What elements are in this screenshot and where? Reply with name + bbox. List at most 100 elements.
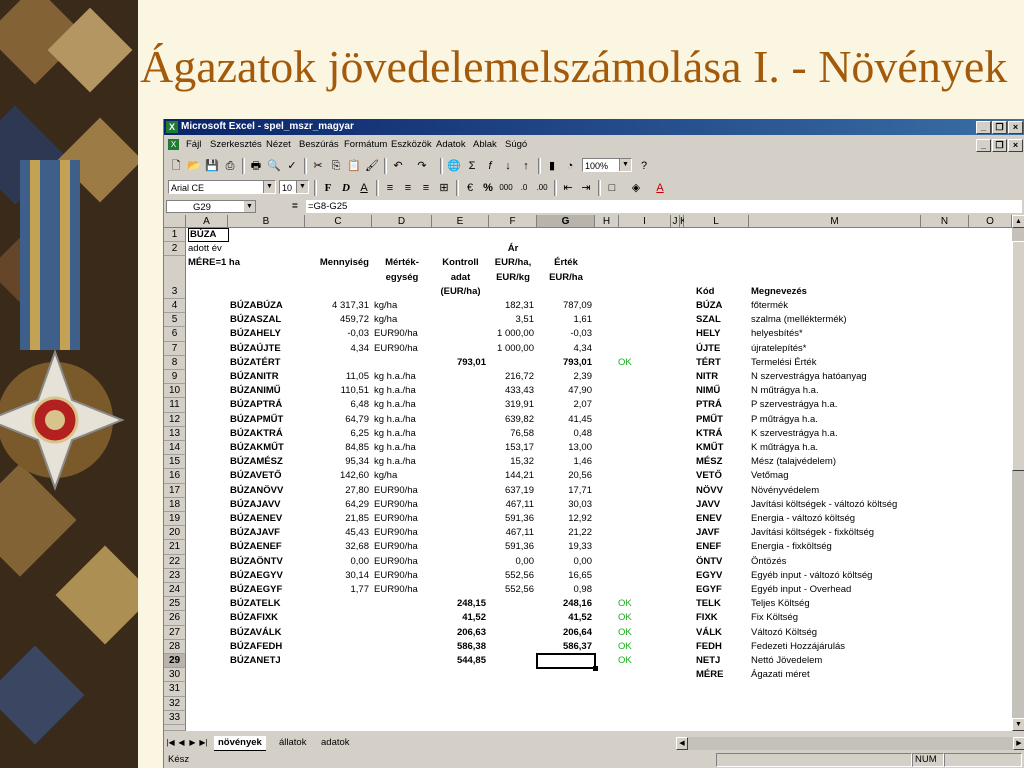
- underline-icon[interactable]: A: [356, 180, 372, 196]
- cell-l21[interactable]: ENEF: [696, 540, 721, 554]
- cell-b20[interactable]: BÚZAJAVF: [230, 526, 280, 540]
- cell-m4[interactable]: főtermék: [751, 299, 788, 313]
- cell-e28[interactable]: 586,38: [432, 640, 486, 654]
- cell-l19[interactable]: ENEV: [696, 512, 722, 526]
- cell-d20[interactable]: EUR90/ha: [374, 526, 418, 540]
- cell-b9[interactable]: BÚZANITR: [230, 370, 279, 384]
- window-titlebar[interactable]: X Microsoft Excel - spel_mszr_magyar _ ❐…: [164, 119, 1024, 135]
- row-header-34[interactable]: [164, 725, 186, 731]
- cell-g12[interactable]: 41,45: [537, 413, 592, 427]
- open-icon[interactable]: 📂: [186, 158, 202, 174]
- select-all-corner[interactable]: [164, 215, 186, 228]
- cell-m28[interactable]: Fedezeti Hozzájárulás: [751, 640, 845, 654]
- cell-f2[interactable]: Ár: [489, 242, 537, 256]
- chevron-down-icon[interactable]: ▼: [244, 201, 255, 212]
- scroll-up-button[interactable]: ▲: [1012, 215, 1024, 228]
- sort-asc-icon[interactable]: ↓: [500, 158, 516, 174]
- cell-l13[interactable]: KTRÁ: [696, 427, 722, 441]
- cell-f15[interactable]: 15,32: [489, 455, 534, 469]
- doc-close-button[interactable]: ×: [1008, 139, 1023, 152]
- cell-l16[interactable]: VETŐ: [696, 469, 722, 483]
- row-header-32[interactable]: 32: [164, 696, 186, 711]
- name-box[interactable]: G29 ▼: [166, 200, 256, 213]
- cell-g17[interactable]: 17,71: [537, 484, 592, 498]
- font-size-select[interactable]: 10 ▼: [279, 180, 309, 194]
- cell-b22[interactable]: BÚZAÖNTV: [230, 555, 283, 569]
- row-header-27[interactable]: 27: [164, 625, 186, 640]
- cell-b15[interactable]: BÚZAMÉSZ: [230, 455, 283, 469]
- cell-c5[interactable]: 459,72: [305, 313, 369, 327]
- hyperlink-icon[interactable]: 🌐: [446, 158, 462, 174]
- cell-d9[interactable]: kg h.a./ha: [374, 370, 416, 384]
- new-icon[interactable]: 🗋: [168, 158, 184, 174]
- cell-l20[interactable]: JAVF: [696, 526, 720, 540]
- decrease-decimal-icon[interactable]: .00: [534, 180, 550, 196]
- cell-c24[interactable]: 1,77: [305, 583, 370, 597]
- first-sheet-button[interactable]: |◀: [166, 737, 175, 748]
- sheet-tab-plants[interactable]: növények: [214, 736, 266, 751]
- bold-icon[interactable]: F: [320, 180, 336, 196]
- cell-m7[interactable]: újratelepítés*: [751, 342, 806, 356]
- cell-f16[interactable]: 144,21: [489, 469, 534, 483]
- cell-l7[interactable]: ÚJTE: [696, 342, 720, 356]
- row-header-7[interactable]: 7: [164, 341, 186, 356]
- row-header-14[interactable]: 14: [164, 441, 186, 456]
- cell-f3a[interactable]: EUR/ha,: [489, 256, 537, 270]
- cell-g23[interactable]: 16,65: [537, 569, 592, 583]
- menu-insert[interactable]: Beszúrás: [299, 136, 339, 154]
- scroll-left-button[interactable]: ◀: [676, 737, 688, 750]
- cell-m12[interactable]: P műtrágya h.a.: [751, 413, 818, 427]
- cell-d23[interactable]: EUR90/ha: [374, 569, 418, 583]
- cell-g6[interactable]: -0,03: [537, 327, 592, 341]
- cell-b24[interactable]: BÚZAEGYF: [230, 583, 282, 597]
- cell-m8[interactable]: Termelési Érték: [751, 356, 816, 370]
- cell-e3b[interactable]: adat: [432, 271, 489, 285]
- column-header-n[interactable]: N: [921, 215, 969, 228]
- cell-d17[interactable]: EUR90/ha: [374, 484, 418, 498]
- print-preview-icon[interactable]: 🖶: [248, 158, 264, 174]
- row-header-13[interactable]: 13: [164, 426, 186, 441]
- sort-desc-icon[interactable]: ↑: [518, 158, 534, 174]
- workbook-icon[interactable]: X: [168, 139, 179, 150]
- cell-m14[interactable]: K műtrágya h.a.: [751, 441, 818, 455]
- cell-c10[interactable]: 110,51: [305, 384, 369, 398]
- cell-l14[interactable]: KMŰT: [696, 441, 723, 455]
- cell-m22[interactable]: Öntözés: [751, 555, 786, 569]
- cell-m13[interactable]: K szervestrágya h.a.: [751, 427, 838, 441]
- row-header-21[interactable]: 21: [164, 540, 186, 555]
- cell-l11[interactable]: PTRÁ: [696, 398, 722, 412]
- cell-l26[interactable]: FIXK: [696, 611, 718, 625]
- cell-g8[interactable]: 793,01: [537, 356, 592, 370]
- cell-l24[interactable]: EGYF: [696, 583, 722, 597]
- cell-f19[interactable]: 591,36: [489, 512, 534, 526]
- cell-d18[interactable]: EUR90/ha: [374, 498, 418, 512]
- active-cell-g29[interactable]: [536, 653, 596, 670]
- sheet-tab-animals[interactable]: állatok: [275, 736, 310, 750]
- cell-l4[interactable]: BÚZA: [696, 299, 722, 313]
- row-header-25[interactable]: 25: [164, 597, 186, 612]
- cell-b21[interactable]: BÚZAENEF: [230, 540, 282, 554]
- cell-f24[interactable]: 552,56: [489, 583, 534, 597]
- thousands-icon[interactable]: 000: [498, 180, 514, 196]
- row-header-26[interactable]: 26: [164, 611, 186, 626]
- cell-l22[interactable]: ÖNTV: [696, 555, 722, 569]
- cell-c3[interactable]: Mennyiség: [305, 256, 369, 270]
- cell-f7[interactable]: 1 000,00: [489, 342, 534, 356]
- cell-c9[interactable]: 11,05: [305, 370, 369, 384]
- cell-c6[interactable]: -0,03: [305, 327, 369, 341]
- column-header-l[interactable]: L: [684, 215, 749, 228]
- column-header-j[interactable]: J: [671, 215, 680, 228]
- cell-m3[interactable]: Megnevezés: [751, 285, 807, 299]
- row-header-11[interactable]: 11: [164, 398, 186, 413]
- formula-input[interactable]: =G8-G25: [306, 200, 1022, 213]
- align-center-icon[interactable]: ≡: [400, 180, 416, 196]
- cell-e29[interactable]: 544,85: [432, 654, 486, 668]
- cell-g13[interactable]: 0,48: [537, 427, 593, 441]
- cell-c16[interactable]: 142,60: [305, 469, 369, 483]
- cell-g3b[interactable]: EUR/ha: [537, 271, 595, 285]
- sheet-tab-data[interactable]: adatok: [317, 736, 354, 750]
- cell-l27[interactable]: VÁLK: [696, 626, 722, 640]
- italic-icon[interactable]: D: [338, 180, 354, 196]
- cell-m27[interactable]: Változó Költség: [751, 626, 817, 640]
- cell-b18[interactable]: BÚZAJAVV: [230, 498, 281, 512]
